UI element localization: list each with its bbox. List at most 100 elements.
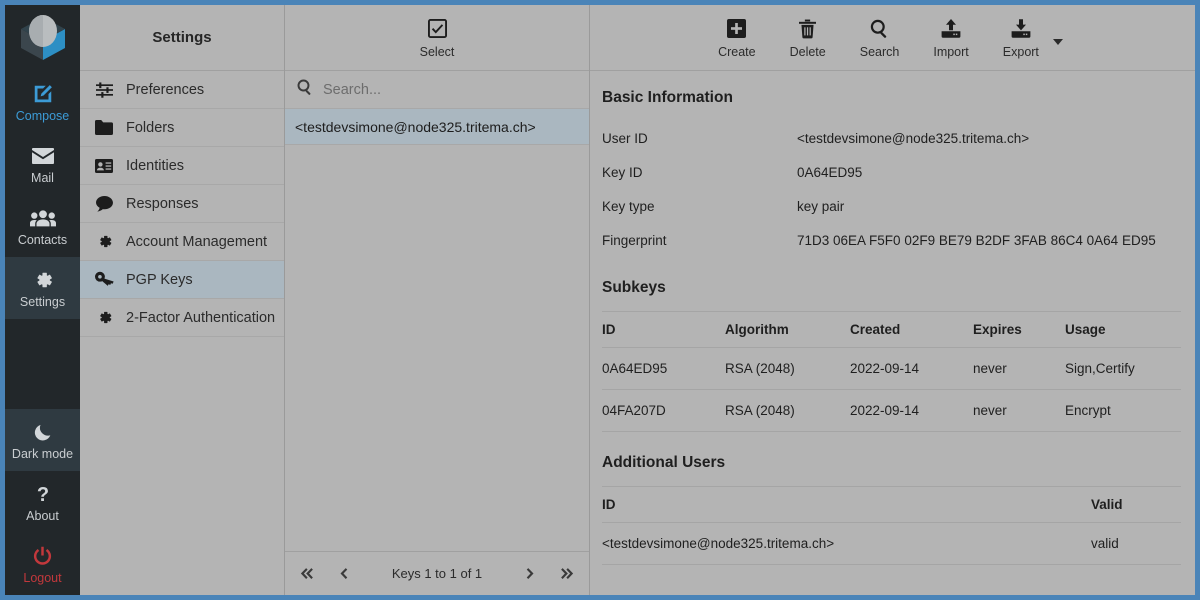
search-button-label: Search bbox=[859, 44, 900, 59]
select-button[interactable]: Select bbox=[414, 17, 461, 59]
delete-button-label: Delete bbox=[789, 44, 826, 59]
double-chevron-right-icon[interactable] bbox=[560, 566, 575, 581]
keys-pane: Select <testdevsimone@node325.tritema.ch… bbox=[285, 5, 590, 595]
cell-expires: never bbox=[973, 389, 1065, 432]
sidebar-item-label: Folders bbox=[126, 119, 175, 136]
table-header-row: ID Valid bbox=[602, 486, 1181, 523]
sidebar-item-label: Account Management bbox=[126, 233, 268, 250]
sidebar-item-2fa[interactable]: 2-Factor Authentication bbox=[80, 299, 284, 337]
rail-item-contacts[interactable]: Contacts bbox=[5, 195, 80, 257]
settings-pane-title: Settings bbox=[80, 5, 284, 71]
sidebar-item-identities[interactable]: Identities bbox=[80, 147, 284, 185]
chevron-right-icon[interactable] bbox=[523, 566, 538, 581]
rail-item-about[interactable]: ? About bbox=[5, 471, 80, 533]
settings-item-list: Preferences Folders Identities Responses bbox=[80, 71, 284, 595]
checkbox-checked-icon bbox=[427, 17, 447, 41]
list-item-label: <testdevsimone@node325.tritema.ch> bbox=[295, 118, 536, 135]
rail-item-label: About bbox=[26, 508, 59, 523]
import-button[interactable]: Import bbox=[927, 17, 974, 59]
sidebar-item-label: Identities bbox=[126, 157, 185, 174]
sidebar-item-pgp-keys[interactable]: PGP Keys bbox=[80, 261, 284, 299]
cell-created: 2022-09-14 bbox=[850, 347, 973, 390]
create-button[interactable]: Create bbox=[712, 17, 762, 59]
basic-info-value: <testdevsimone@node325.tritema.ch> bbox=[797, 130, 1030, 146]
search-button[interactable]: Search bbox=[854, 17, 906, 59]
column-header-id: ID bbox=[602, 486, 1091, 523]
gear-icon bbox=[94, 233, 114, 250]
detail-pane: Create Delete Search Import Export Basic… bbox=[590, 5, 1195, 595]
settings-pane: Settings Preferences Folders Identities bbox=[80, 5, 285, 595]
list-item[interactable]: <testdevsimone@node325.tritema.ch> bbox=[285, 109, 589, 145]
rail-spacer bbox=[5, 319, 80, 409]
delete-button[interactable]: Delete bbox=[784, 17, 832, 59]
upload-icon bbox=[941, 17, 961, 41]
column-header-valid: Valid bbox=[1091, 486, 1181, 523]
plus-square-icon bbox=[727, 17, 747, 41]
rail-item-dark-mode[interactable]: Dark mode bbox=[5, 409, 80, 471]
chat-bubble-icon bbox=[94, 195, 114, 212]
cell-id: <testdevsimone@node325.tritema.ch> bbox=[602, 522, 1091, 565]
rail-item-settings[interactable]: Settings bbox=[5, 257, 80, 319]
basic-info-key: Key type bbox=[602, 198, 655, 214]
table-row[interactable]: 04FA207D RSA (2048) 2022-09-14 never Enc… bbox=[602, 389, 1181, 432]
search-icon bbox=[297, 79, 313, 100]
search-input[interactable] bbox=[323, 81, 553, 98]
column-header-expires: Expires bbox=[973, 311, 1065, 348]
sidebar-item-responses[interactable]: Responses bbox=[80, 185, 284, 223]
cell-id: 0A64ED95 bbox=[602, 347, 725, 390]
basic-info-row: Key ID 0A64ED95 bbox=[602, 155, 1181, 189]
sidebar-item-preferences[interactable]: Preferences bbox=[80, 71, 284, 109]
keys-list: <testdevsimone@node325.tritema.ch> bbox=[285, 109, 589, 551]
basic-info-key: Key ID bbox=[602, 164, 643, 180]
export-group: Export bbox=[997, 17, 1063, 59]
sliders-icon bbox=[94, 81, 114, 98]
select-button-label: Select bbox=[419, 44, 455, 59]
keys-search-row[interactable] bbox=[285, 71, 589, 109]
create-button-label: Create bbox=[718, 44, 756, 59]
cell-expires: never bbox=[973, 347, 1065, 390]
sidebar-item-label: PGP Keys bbox=[126, 271, 193, 288]
subkeys-table: ID Algorithm Created Expires Usage 0A64E… bbox=[602, 311, 1181, 432]
svg-text:?: ? bbox=[36, 484, 48, 505]
column-header-algorithm: Algorithm bbox=[725, 311, 850, 348]
chevron-down-icon[interactable] bbox=[1052, 38, 1063, 45]
chevron-left-icon[interactable] bbox=[336, 566, 351, 581]
pagination-bar: Keys 1 to 1 of 1 bbox=[285, 551, 589, 595]
sidebar-item-label: 2-Factor Authentication bbox=[126, 309, 276, 326]
table-row[interactable]: 0A64ED95 RSA (2048) 2022-09-14 never Sig… bbox=[602, 347, 1181, 390]
basic-info-key: User ID bbox=[602, 130, 648, 146]
app-window: Compose Mail Contacts Settings Dark mode… bbox=[5, 5, 1195, 595]
detail-body: Basic Information User ID <testdevsimone… bbox=[590, 71, 1195, 595]
column-header-created: Created bbox=[850, 311, 973, 348]
table-row[interactable]: <testdevsimone@node325.tritema.ch> valid bbox=[602, 522, 1181, 565]
subkeys-title: Subkeys bbox=[602, 279, 666, 296]
rail-item-compose[interactable]: Compose bbox=[5, 71, 80, 133]
cell-algorithm: RSA (2048) bbox=[725, 347, 850, 390]
sidebar-item-label: Responses bbox=[126, 195, 199, 212]
gear-icon bbox=[94, 309, 114, 326]
rail-item-logout[interactable]: Logout bbox=[5, 533, 80, 595]
basic-info-row: Fingerprint 71D3 06EA F5F0 02F9 BE79 B2D… bbox=[602, 223, 1181, 257]
rail-item-mail[interactable]: Mail bbox=[5, 133, 80, 195]
app-logo bbox=[5, 5, 80, 71]
rail-item-label: Mail bbox=[31, 170, 54, 185]
cell-algorithm: RSA (2048) bbox=[725, 389, 850, 432]
basic-info-value: 71D3 06EA F5F0 02F9 BE79 B2DF 3FAB 86C4 … bbox=[797, 232, 1156, 248]
cell-id: 04FA207D bbox=[602, 389, 725, 432]
export-button[interactable]: Export bbox=[997, 17, 1045, 59]
search-icon bbox=[870, 17, 889, 41]
basic-info-row: User ID <testdevsimone@node325.tritema.c… bbox=[602, 121, 1181, 155]
basic-info-value: key pair bbox=[797, 198, 845, 214]
sidebar-item-account-management[interactable]: Account Management bbox=[80, 223, 284, 261]
double-chevron-left-icon[interactable] bbox=[299, 566, 314, 581]
sidebar-item-folders[interactable]: Folders bbox=[80, 109, 284, 147]
question-mark-icon: ? bbox=[33, 482, 53, 506]
rail-item-label: Compose bbox=[15, 108, 70, 123]
detail-toolbar: Create Delete Search Import Export bbox=[590, 5, 1195, 71]
key-icon bbox=[94, 271, 114, 288]
id-card-icon bbox=[94, 158, 114, 173]
people-icon bbox=[29, 206, 56, 230]
cell-usage: Encrypt bbox=[1065, 389, 1181, 432]
rail-item-label: Dark mode bbox=[11, 446, 74, 461]
